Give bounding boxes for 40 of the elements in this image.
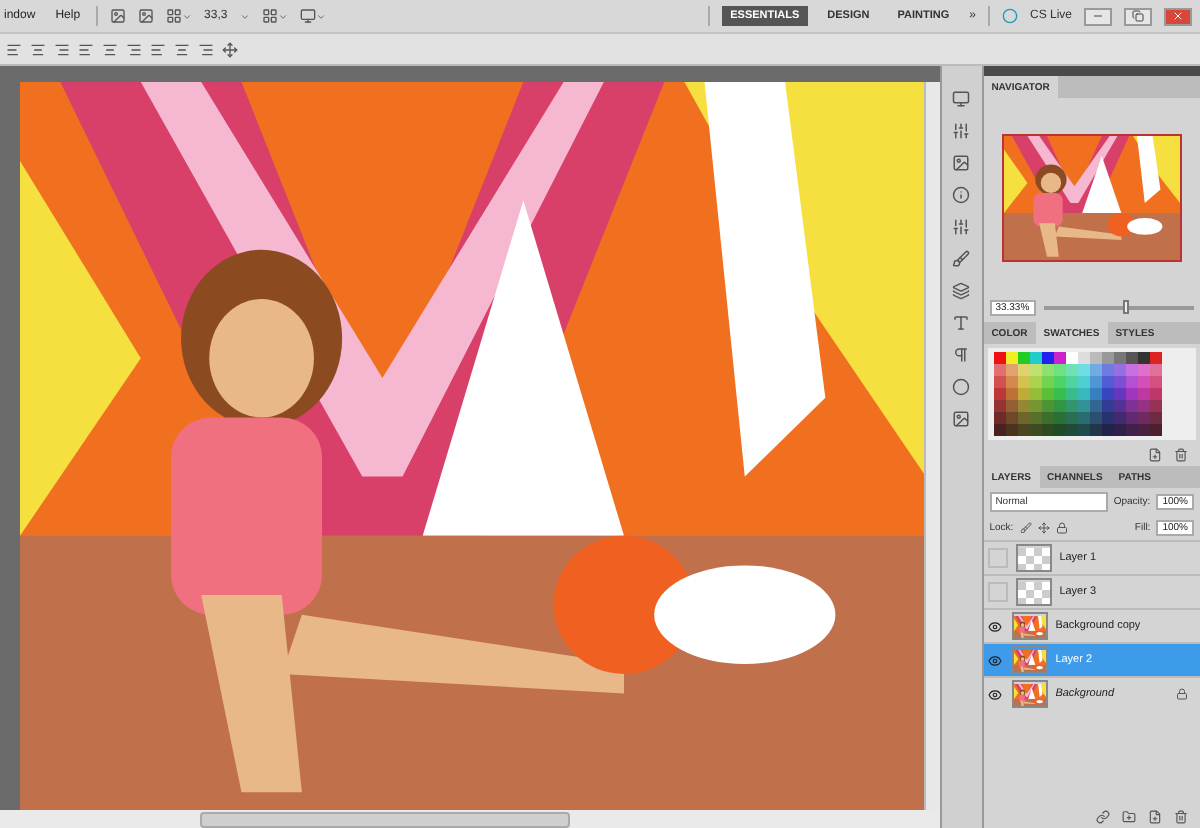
brush-icon[interactable] [1019,522,1032,534]
visibility-toggle[interactable] [987,582,1008,602]
swatch-grid[interactable] [987,348,1196,440]
trash-icon[interactable] [1174,810,1188,824]
minimize-icon [1092,10,1104,22]
move-icon[interactable] [1037,522,1050,534]
sliders-icon[interactable] [952,122,971,140]
image-icon[interactable] [952,154,971,172]
trash-icon[interactable] [1174,448,1188,462]
image-icon[interactable] [138,8,155,24]
eye-icon[interactable] [987,652,1004,668]
view-icon[interactable] [166,8,193,24]
caret-icon[interactable] [239,11,250,21]
brush-icon[interactable] [952,250,971,268]
arrange-icon[interactable] [261,8,288,24]
link-icon[interactable] [1096,810,1110,824]
vertical-scrollbar[interactable] [924,82,940,810]
scrollbar-thumb[interactable] [200,811,570,827]
paragraph-icon[interactable] [952,346,971,364]
type-icon[interactable] [952,314,971,332]
lock-icon[interactable] [1055,522,1068,534]
layers-icon[interactable] [952,282,971,300]
transparency-icon [1017,548,1050,570]
close-button[interactable] [1164,7,1192,25]
close-icon [1172,10,1184,22]
eye-icon[interactable] [987,686,1004,702]
image-icon[interactable] [952,410,971,428]
info-icon[interactable] [952,186,971,204]
eye-icon[interactable] [987,618,1004,634]
new-swatch-icon[interactable] [1148,448,1162,462]
slider-thumb[interactable] [1123,300,1130,314]
sliders-icon[interactable] [952,218,971,236]
screen-mode-icon[interactable] [299,8,326,24]
transparency-icon [1017,582,1050,604]
monitor-icon[interactable] [952,90,971,108]
visibility-toggle[interactable] [987,548,1008,568]
new-layer-icon[interactable] [1148,810,1162,824]
circle-icon[interactable] [952,378,971,396]
new-group-icon[interactable] [1122,810,1136,824]
restore-icon [1132,10,1144,22]
